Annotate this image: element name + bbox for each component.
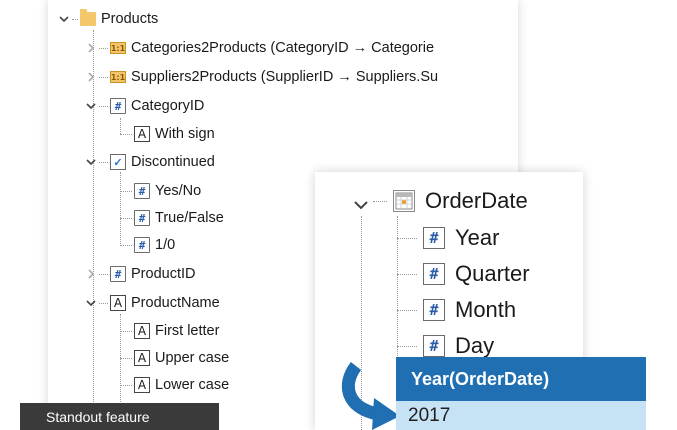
text-field-icon: A: [134, 323, 150, 339]
folder-icon: [80, 9, 96, 26]
checkbox-field-icon: ✓: [110, 154, 126, 170]
chevron-right-icon[interactable]: [85, 42, 97, 54]
standout-feature-badge: Standout feature: [20, 403, 219, 430]
chevron-down-icon[interactable]: [353, 193, 369, 210]
tree-node-quarter[interactable]: # Quarter: [397, 256, 530, 292]
number-field-icon: #: [134, 210, 150, 226]
tree-node-label: ProductName: [131, 295, 220, 311]
chevron-right-icon[interactable]: [85, 71, 97, 83]
tree-node-true-false[interactable]: # True/False: [120, 205, 224, 231]
tree-node-label: Products: [101, 11, 159, 27]
tree-node-discontinued[interactable]: ✓ Discontinued: [85, 149, 215, 175]
tree-node-label: Quarter: [455, 261, 530, 286]
chevron-right-icon[interactable]: [85, 268, 97, 280]
tree-node-with-sign[interactable]: A With sign: [120, 121, 215, 147]
tree-node-label: 1/0: [155, 237, 176, 253]
tree-node-products[interactable]: Products: [58, 6, 158, 32]
chevron-down-icon[interactable]: [58, 13, 70, 25]
tree-node-label: First letter: [155, 323, 220, 339]
tree-node-orderdate[interactable]: OrderDate: [353, 183, 528, 219]
tree-node-label: ProductID: [131, 266, 196, 282]
tree-node-label: OrderDate: [425, 188, 528, 213]
tree-node-lower-case[interactable]: A Lower case: [120, 372, 229, 398]
tree-node-label: Lower case: [155, 377, 230, 393]
tree-node-categories2products[interactable]: 1:1 Categories2Products (CategoryID → Ca…: [85, 35, 434, 61]
tree-node-first-letter[interactable]: A First letter: [120, 318, 219, 344]
tree-node-label: Discontinued: [131, 154, 215, 170]
tree-node-label: Year: [455, 225, 500, 250]
number-field-icon: #: [423, 263, 445, 285]
tree-node-year[interactable]: # Year: [397, 220, 499, 256]
number-field-icon: #: [110, 266, 126, 282]
tree-node-categoryid[interactable]: # CategoryID: [85, 93, 204, 119]
text-field-icon: A: [134, 350, 150, 366]
tree-node-month[interactable]: # Month: [397, 292, 516, 328]
tree-node-label: With sign: [155, 126, 215, 142]
tree-node-label: Upper case: [155, 350, 230, 366]
text-field-icon: A: [134, 126, 150, 142]
tree-node-label: Yes/No: [155, 183, 202, 199]
tree-node-productid[interactable]: # ProductID: [85, 261, 195, 287]
result-column-card: Year(OrderDate) 2017: [396, 357, 646, 430]
number-field-icon: #: [110, 98, 126, 114]
tree-node-label: Month: [455, 297, 517, 322]
curved-arrow-icon: [341, 362, 400, 430]
tree-node-productname[interactable]: A ProductName: [85, 290, 220, 316]
tree-node-label: True/False: [155, 210, 224, 226]
column-value-cell: 2017: [396, 401, 646, 430]
calendar-field-icon: [393, 190, 415, 212]
tree-node-label: Day: [455, 333, 495, 358]
tree-node-label: CategoryID: [131, 98, 205, 114]
tree-node-suppliers2products[interactable]: 1:1 Suppliers2Products (SupplierID → Sup…: [85, 64, 438, 90]
number-field-icon: #: [134, 183, 150, 199]
text-field-icon: A: [110, 295, 126, 311]
chevron-down-icon[interactable]: [85, 100, 97, 112]
tree-node-label: Suppliers2Products (SupplierID → Supplie…: [131, 69, 439, 85]
number-field-icon: #: [134, 237, 150, 253]
tree-node-1-0[interactable]: # 1/0: [120, 232, 175, 258]
text-field-icon: A: [134, 377, 150, 393]
relation-icon: 1:1: [110, 71, 126, 83]
number-field-icon: #: [423, 227, 445, 249]
relation-icon: 1:1: [110, 42, 126, 54]
number-field-icon: #: [423, 299, 445, 321]
chevron-down-icon[interactable]: [85, 156, 97, 168]
column-header: Year(OrderDate): [396, 357, 646, 401]
tree-node-yes-no[interactable]: # Yes/No: [120, 178, 201, 204]
tree-node-label: Categories2Products (CategoryID → Catego…: [131, 40, 435, 56]
tree-guide-line: [93, 30, 94, 430]
chevron-down-icon[interactable]: [85, 297, 97, 309]
tree-node-upper-case[interactable]: A Upper case: [120, 345, 229, 371]
number-field-icon: #: [423, 335, 445, 357]
